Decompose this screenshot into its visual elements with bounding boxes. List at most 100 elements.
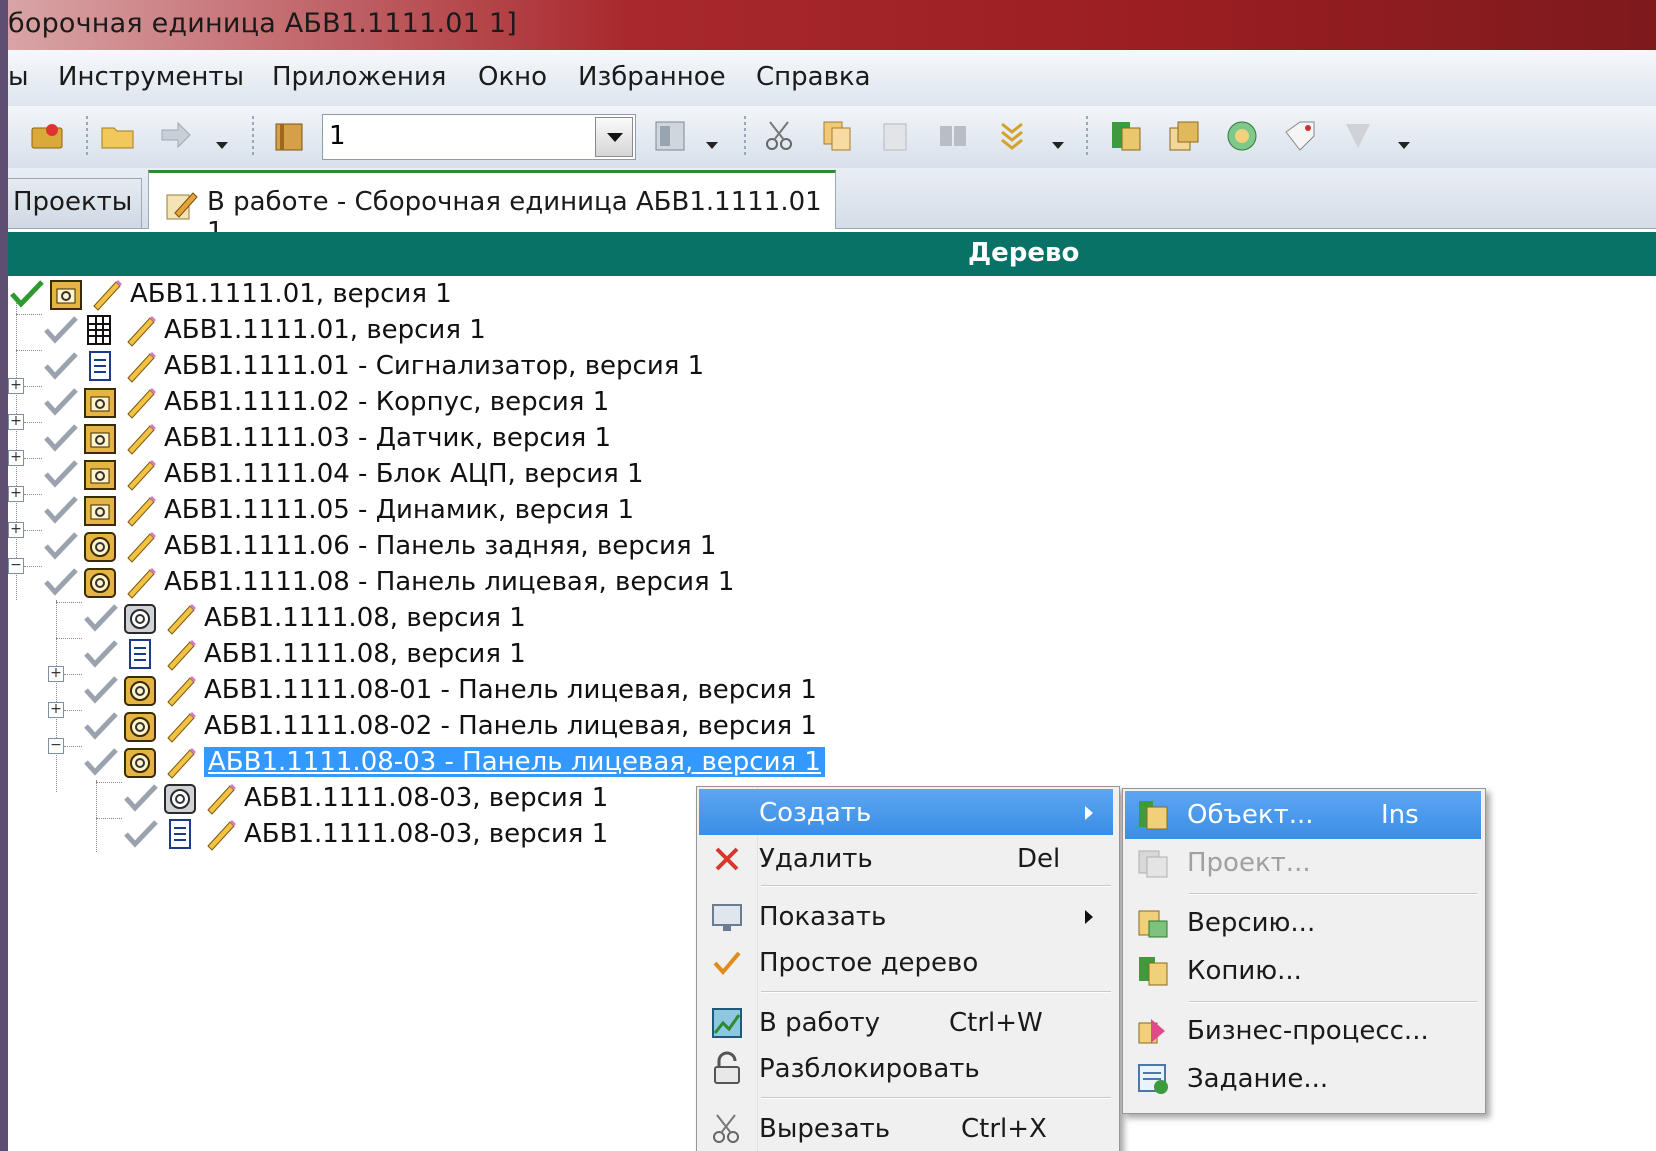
submenu-item-business-process[interactable]: Бизнес-процесс... (1125, 1007, 1481, 1055)
tree-row[interactable]: АБВ1.1111.08, версия 1 (82, 600, 526, 636)
menu-item-show[interactable]: Показать (699, 893, 1113, 939)
window-border (0, 0, 8, 1151)
tree-item-label: АБВ1.1111.01 - Сигнализатор, версия 1 (164, 351, 705, 381)
dropdown-arrow-icon[interactable] (216, 142, 228, 149)
expand-toggle[interactable]: + (8, 522, 24, 538)
assembly-icon (82, 492, 118, 528)
unlock-icon (709, 1051, 745, 1087)
checkmark-gray-icon (42, 384, 80, 420)
pencil-icon (202, 816, 238, 852)
tree-item-label: АБВ1.1111.02 - Корпус, версия 1 (164, 387, 610, 417)
document-icon (82, 348, 118, 384)
pencil-icon (122, 492, 158, 528)
tree-row[interactable]: АБВ1.1111.08-03, версия 1 (122, 780, 608, 816)
expand-toggle[interactable]: + (8, 450, 24, 466)
pencil-icon (122, 384, 158, 420)
document-icon (162, 816, 198, 852)
menu-item-label: Проект... (1187, 848, 1311, 878)
menu-item-simple-tree[interactable]: Простое дерево (699, 939, 1113, 985)
tree-header-title: Дерево (968, 238, 1080, 268)
new-object-icon (1135, 797, 1171, 833)
copy-icon (1135, 953, 1171, 989)
spreadsheet-icon (82, 312, 118, 348)
tree-row[interactable]: АБВ1.1111.01, версия 1 (8, 276, 452, 312)
folder-star-icon[interactable] (30, 118, 66, 154)
tree-item-label: АБВ1.1111.01, версия 1 (164, 315, 486, 345)
tree-row[interactable]: АБВ1.1111.08-01 - Панель лицевая, версия… (82, 672, 817, 708)
menu-item-applications[interactable]: Приложения (272, 62, 446, 92)
menu-shortcut: Ctrl+X (961, 1114, 1047, 1144)
menu-item-label: Создать (759, 798, 872, 828)
submenu-item-copy[interactable]: Копию... (1125, 947, 1481, 995)
menu-item-delete[interactable]: Удалить Del (699, 835, 1113, 881)
tree-row[interactable]: АБВ1.1111.08, версия 1 (82, 636, 526, 672)
version-combo[interactable]: 1 (322, 114, 636, 160)
tree-row[interactable]: АБВ1.1111.02 - Корпус, версия 1 (42, 384, 609, 420)
combo-value: 1 (329, 121, 346, 151)
menu-item-label: Простое дерево (759, 948, 979, 978)
submenu-item-version[interactable]: Версию... (1125, 899, 1481, 947)
checkmark-gray-icon (42, 456, 80, 492)
business-process-icon (1135, 1013, 1171, 1049)
expand-toggle[interactable]: + (8, 486, 24, 502)
menu-item-partial[interactable]: ы (8, 62, 29, 92)
tree-row[interactable]: АБВ1.1111.01, версия 1 (42, 312, 486, 348)
menu-item-label: В работу (759, 1008, 881, 1038)
tree-item-label: АБВ1.1111.05 - Динамик, версия 1 (164, 495, 635, 525)
menu-item-favorites[interactable]: Избранное (578, 62, 726, 92)
tab-projects[interactable]: Проекты (0, 178, 142, 228)
open-folder-icon[interactable] (100, 118, 136, 154)
tree-row[interactable]: АБВ1.1111.01 - Сигнализатор, версия 1 (42, 348, 704, 384)
menu-item-tools[interactable]: Инструменты (58, 62, 244, 92)
expand-toggle[interactable]: + (48, 702, 64, 718)
tree-row[interactable]: АБВ1.1111.08 - Панель лицевая, версия 1 (42, 564, 734, 600)
pencil-icon (162, 744, 198, 780)
collapse-toggle[interactable]: − (8, 558, 24, 574)
menu-item-help[interactable]: Справка (756, 62, 871, 92)
tree-row[interactable]: АБВ1.1111.03 - Датчик, версия 1 (42, 420, 611, 456)
combo-arrow-icon[interactable] (595, 117, 633, 157)
submenu-arrow-icon (1085, 806, 1093, 820)
checkmark-gray-icon (82, 636, 120, 672)
expand-toggle[interactable]: + (8, 378, 24, 394)
tree-item-label: АБВ1.1111.08-01 - Панель лицевая, версия… (204, 675, 817, 705)
expand-toggle[interactable]: + (8, 414, 24, 430)
book-icon[interactable] (272, 118, 308, 154)
checkmark-gray-icon (82, 672, 120, 708)
submenu-arrow-icon (1085, 910, 1093, 924)
title-bar[interactable]: борочная единица АБВ1.1111.01 1] (0, 0, 1656, 50)
checkmark-gray-icon (42, 528, 80, 564)
checkmark-gray-icon (82, 744, 120, 780)
menu-item-unlock[interactable]: Разблокировать (699, 1045, 1113, 1091)
tree-item-label: АБВ1.1111.01, версия 1 (130, 279, 452, 309)
assembly-icon (48, 276, 84, 312)
tree-row[interactable]: АБВ1.1111.04 - Блок АЦП, версия 1 (42, 456, 644, 492)
tree-row[interactable]: АБВ1.1111.08-03, версия 1 (122, 816, 608, 852)
context-menu: Создать Удалить Del Показать Простое дер… (696, 786, 1120, 1151)
menu-item-label: Вырезать (759, 1114, 891, 1144)
collapse-toggle[interactable]: − (48, 738, 64, 754)
tree-row[interactable]: АБВ1.1111.06 - Панель задняя, версия 1 (42, 528, 716, 564)
menu-item-to-work[interactable]: В работу Ctrl+W (699, 999, 1113, 1045)
submenu-item-task[interactable]: Задание... (1125, 1055, 1481, 1103)
version-icon (1135, 905, 1171, 941)
pencil-icon (122, 348, 158, 384)
menu-item-label: Задание... (1187, 1064, 1329, 1094)
tree-row[interactable]: АБВ1.1111.05 - Динамик, версия 1 (42, 492, 634, 528)
submenu-item-object[interactable]: Объект... Ins (1125, 791, 1481, 839)
forward-icon[interactable] (158, 118, 194, 154)
tab-in-work[interactable]: В работе - Сборочная единица АБВ1.1111.0… (148, 170, 836, 247)
menu-item-cut[interactable]: Вырезать Ctrl+X (699, 1105, 1113, 1151)
menu-item-create[interactable]: Создать (699, 789, 1113, 835)
expand-toggle[interactable]: + (48, 666, 64, 682)
checkmark-gray-icon (122, 780, 160, 816)
checkmark-green-icon (8, 276, 46, 312)
tree-item-label: АБВ1.1111.03 - Датчик, версия 1 (164, 423, 612, 453)
project-icon (1135, 845, 1171, 881)
tree-row-selected[interactable]: АБВ1.1111.08-03 - Панель лицевая, версия… (82, 744, 825, 780)
tree-row[interactable]: АБВ1.1111.08-02 - Панель лицевая, версия… (82, 708, 817, 744)
menu-bar: ы Инструменты Приложения Окно Избранное … (0, 50, 1656, 107)
menu-item-window[interactable]: Окно (478, 62, 547, 92)
tree-item-label: АБВ1.1111.08, версия 1 (204, 639, 526, 669)
checkmark-gray-icon (82, 708, 120, 744)
